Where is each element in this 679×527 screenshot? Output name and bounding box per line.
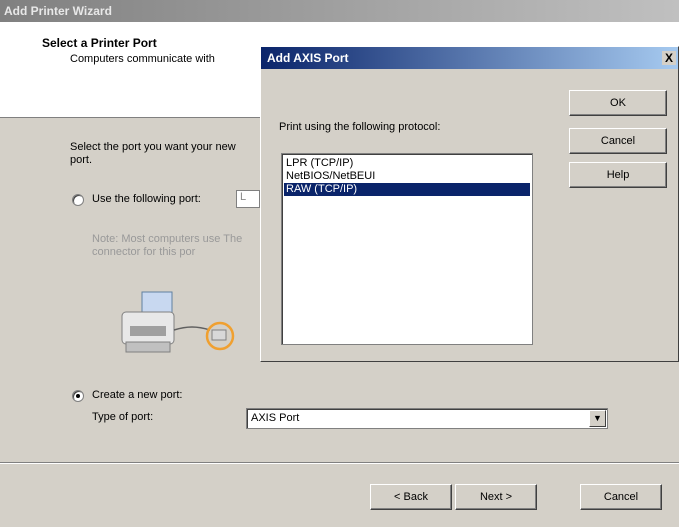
add-axis-port-dialog: Add AXIS Port X Print using the followin… <box>260 46 679 362</box>
port-type-select[interactable]: AXIS Port ▼ <box>246 408 608 429</box>
dropdown-arrow-icon[interactable]: ▼ <box>589 410 606 427</box>
create-port-label: Create a new port: <box>92 389 183 401</box>
wizard-header-subtitle: Computers communicate with <box>70 53 215 65</box>
use-port-select[interactable]: L <box>236 190 260 208</box>
protocol-label: Print using the following protocol: <box>279 121 441 133</box>
note-text: Note: Most computers use The connector f… <box>92 233 243 258</box>
wizard-title: Add Printer Wizard <box>4 4 112 18</box>
instruction-text: Select the port you want your new port. <box>70 141 236 166</box>
use-port-label: Use the following port: <box>92 193 201 205</box>
wizard-cancel-button[interactable]: Cancel <box>580 484 662 510</box>
back-button[interactable]: < Back <box>370 484 452 510</box>
wizard-divider <box>0 462 679 464</box>
help-button[interactable]: Help <box>569 162 667 188</box>
protocol-listbox[interactable]: LPR (TCP/IP) NetBIOS/NetBEUI RAW (TCP/IP… <box>281 153 533 345</box>
use-port-radio[interactable] <box>72 194 84 206</box>
type-of-port-label: Type of port: <box>92 411 154 423</box>
port-connector-icon <box>205 321 235 351</box>
wizard-header-title: Select a Printer Port <box>42 36 157 50</box>
ok-button[interactable]: OK <box>569 90 667 116</box>
printer-icon <box>121 291 235 353</box>
create-port-radio[interactable] <box>72 390 84 402</box>
protocol-item-raw[interactable]: RAW (TCP/IP) <box>284 183 530 196</box>
axis-dialog-title: Add AXIS Port <box>267 51 349 65</box>
next-button[interactable]: Next > <box>455 484 537 510</box>
close-icon[interactable]: X <box>662 51 676 65</box>
protocol-item-lpr[interactable]: LPR (TCP/IP) <box>284 157 530 170</box>
axis-dialog-titlebar: Add AXIS Port <box>261 47 678 69</box>
axis-cancel-button[interactable]: Cancel <box>569 128 667 154</box>
protocol-item-netbios[interactable]: NetBIOS/NetBEUI <box>284 170 530 183</box>
wizard-titlebar: Add Printer Wizard <box>0 0 679 22</box>
port-type-value: AXIS Port <box>251 412 300 424</box>
